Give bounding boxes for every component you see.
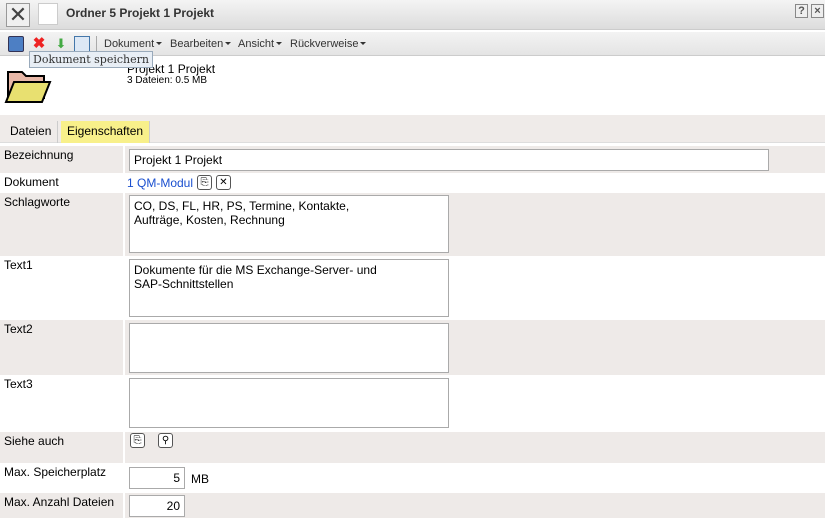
row-schlagworte: Schlagworte CO, DS, FL, HR, PS, Termine,… [0,193,825,256]
bezeichnung-input[interactable] [129,149,769,171]
label: Text3 [4,377,33,391]
row-text3: Text3 [0,375,825,432]
toolbar-divider [96,36,97,52]
text2-textarea[interactable] [129,323,449,373]
row-max-speicher: Max. Speicherplatz MB [0,463,825,493]
text3-textarea[interactable] [129,378,449,428]
label: Text1 [4,258,33,272]
row-dokument: Dokument 1 QM-Modul ⎘ ✕ [0,173,825,193]
folder-summary: 3 Dateien: 0.5 MB [127,75,208,86]
delete-icon[interactable]: ✖ [31,36,47,52]
label: Siehe auch [4,434,65,448]
label: Dokument [4,175,59,189]
menu-dokument[interactable]: Dokument [104,38,162,50]
window-icon [38,3,58,25]
copy-icon[interactable]: ⎘ [197,175,212,190]
text1-textarea[interactable]: Dokumente für die MS Exchange-Server- un… [129,259,449,317]
row-text1: Text1 Dokumente für die MS Exchange-Serv… [0,256,825,320]
menu-ansicht[interactable]: Ansicht [238,38,282,50]
search-icon[interactable]: ⚲ [158,433,173,448]
row-bezeichnung: Bezeichnung [0,146,825,173]
remove-icon[interactable]: ✕ [216,175,231,190]
tab-dateien[interactable]: Dateien [4,121,59,143]
label: Bezeichnung [4,148,74,162]
close-button[interactable]: × [811,4,824,18]
menu-rueckverweise[interactable]: Rückverweise [290,38,366,50]
window-title: Ordner 5 Projekt 1 Projekt [66,6,215,20]
tooltip: Dokument speichern [29,51,153,68]
max-dateien-input[interactable] [129,495,185,517]
copy-icon[interactable] [74,36,90,52]
label: Max. Speicherplatz [4,465,107,479]
row-max-dateien: Max. Anzahl Dateien [0,493,825,518]
label: Max. Anzahl Dateien [4,495,115,509]
label: Text2 [4,322,33,336]
import-icon[interactable]: ⬇ [53,36,69,52]
close-window-icon[interactable]: ✕ [6,3,30,27]
tab-eigenschaften[interactable]: Eigenschaften [61,121,151,143]
row-text2: Text2 [0,320,825,375]
menu-bearbeiten[interactable]: Bearbeiten [170,38,231,50]
save-icon[interactable] [8,36,24,52]
unit-label: MB [191,472,209,486]
folder-icon [4,71,52,103]
copy-icon[interactable]: ⎘ [130,433,145,448]
tab-bar: Dateien Eigenschaften [0,115,825,143]
title-bar: ✕ Ordner 5 Projekt 1 Projekt ? × [0,0,825,30]
label: Schlagworte [4,195,71,209]
max-speicher-input[interactable] [129,467,185,489]
row-siehe-auch: Siehe auch ⎘ ⚲ [0,432,825,463]
schlagworte-textarea[interactable]: CO, DS, FL, HR, PS, Termine, Kontakte, A… [129,195,449,253]
help-button[interactable]: ? [795,4,808,18]
dokument-link[interactable]: 1 QM-Modul [127,176,193,190]
